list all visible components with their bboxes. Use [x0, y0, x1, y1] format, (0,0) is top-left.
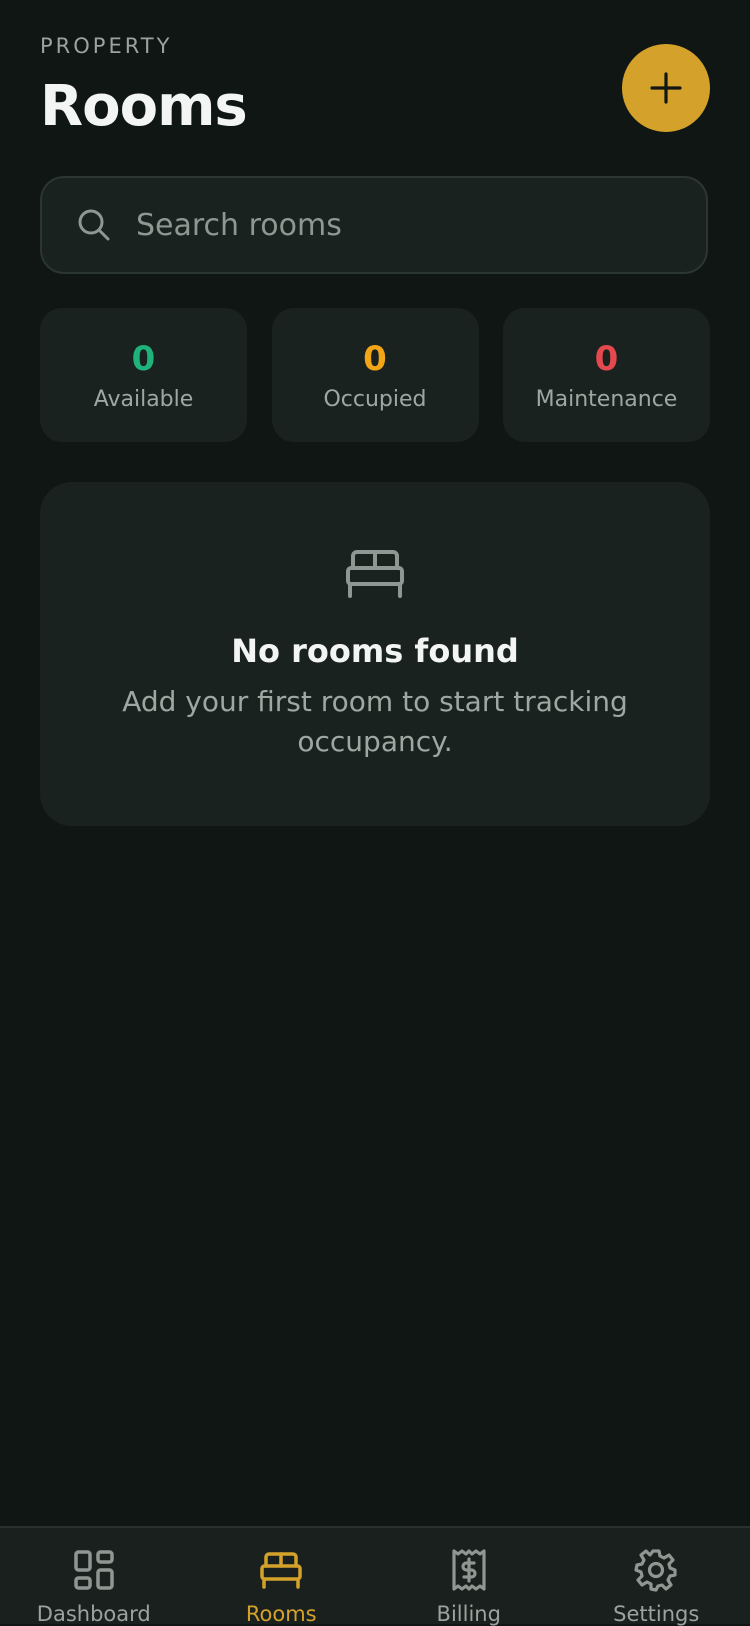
stat-value: 0 — [363, 339, 387, 379]
bottom-tab-bar: Dashboard Rooms Billing — [0, 1526, 750, 1624]
add-room-button[interactable] — [622, 44, 710, 132]
empty-state-card: No rooms found Add your first room to st… — [40, 482, 710, 826]
stat-value: 0 — [132, 339, 156, 379]
tab-label: Billing — [375, 1602, 563, 1626]
stat-occupied: 0 Occupied — [272, 308, 479, 442]
tab-rooms[interactable]: Rooms — [188, 1528, 376, 1624]
search-bar[interactable] — [40, 176, 708, 274]
empty-state-description: Add your first room to start tracking oc… — [120, 682, 630, 762]
page-title: Rooms — [40, 74, 247, 139]
plus-icon — [649, 71, 683, 105]
page-eyebrow: PROPERTY — [40, 34, 172, 58]
search-icon — [76, 207, 112, 243]
stat-maintenance: 0 Maintenance — [503, 308, 710, 442]
bed-icon — [259, 1548, 303, 1592]
tab-settings[interactable]: Settings — [563, 1528, 750, 1624]
stat-label: Occupied — [323, 387, 426, 412]
page-header: PROPERTY Rooms — [40, 34, 710, 144]
stat-available: 0 Available — [40, 308, 247, 442]
gear-icon — [634, 1548, 678, 1592]
tab-label: Dashboard — [0, 1602, 188, 1626]
receipt-icon — [447, 1548, 491, 1592]
stat-value: 0 — [595, 339, 619, 379]
dashboard-icon — [72, 1548, 116, 1592]
bed-icon — [345, 548, 405, 600]
room-stats: 0 Available 0 Occupied 0 Maintenance — [40, 308, 710, 442]
tab-label: Settings — [563, 1602, 750, 1626]
stat-label: Maintenance — [536, 387, 678, 412]
stat-label: Available — [94, 387, 194, 412]
tab-billing[interactable]: Billing — [375, 1528, 563, 1624]
tab-label: Rooms — [188, 1602, 376, 1626]
search-input[interactable] — [134, 194, 706, 256]
tab-dashboard[interactable]: Dashboard — [0, 1528, 188, 1624]
empty-state-title: No rooms found — [40, 632, 710, 670]
